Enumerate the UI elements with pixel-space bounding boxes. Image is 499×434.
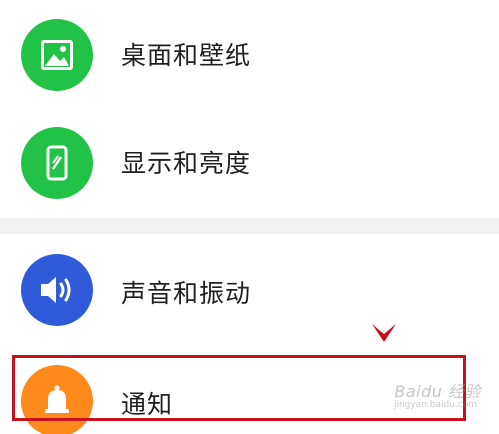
sound-icon-badge xyxy=(21,254,93,326)
watermark-url: jingyan.baidu.com xyxy=(393,400,477,410)
settings-item-label: 声音和振动 xyxy=(121,279,252,308)
speaker-icon xyxy=(41,277,71,303)
settings-item-sound[interactable]: 声音和振动 xyxy=(0,236,499,344)
settings-screen: 桌面和壁纸 显示和亮度 声音和振动 通知 Baidu 经验 jingyan.ba… xyxy=(0,0,499,434)
settings-item-display[interactable]: 显示和亮度 xyxy=(0,110,499,218)
group-separator xyxy=(0,218,499,234)
display-icon-badge xyxy=(21,127,93,199)
annotation-arrow-icon xyxy=(372,324,396,342)
settings-item-label: 桌面和壁纸 xyxy=(121,41,252,70)
wallpaper-icon-badge xyxy=(21,19,93,91)
image-icon xyxy=(41,40,73,70)
settings-item-wallpaper[interactable]: 桌面和壁纸 xyxy=(0,0,499,108)
phone-brightness-icon xyxy=(46,145,68,181)
settings-item-label: 显示和亮度 xyxy=(121,149,252,178)
watermark-text: Baidu 经验 xyxy=(394,382,481,401)
